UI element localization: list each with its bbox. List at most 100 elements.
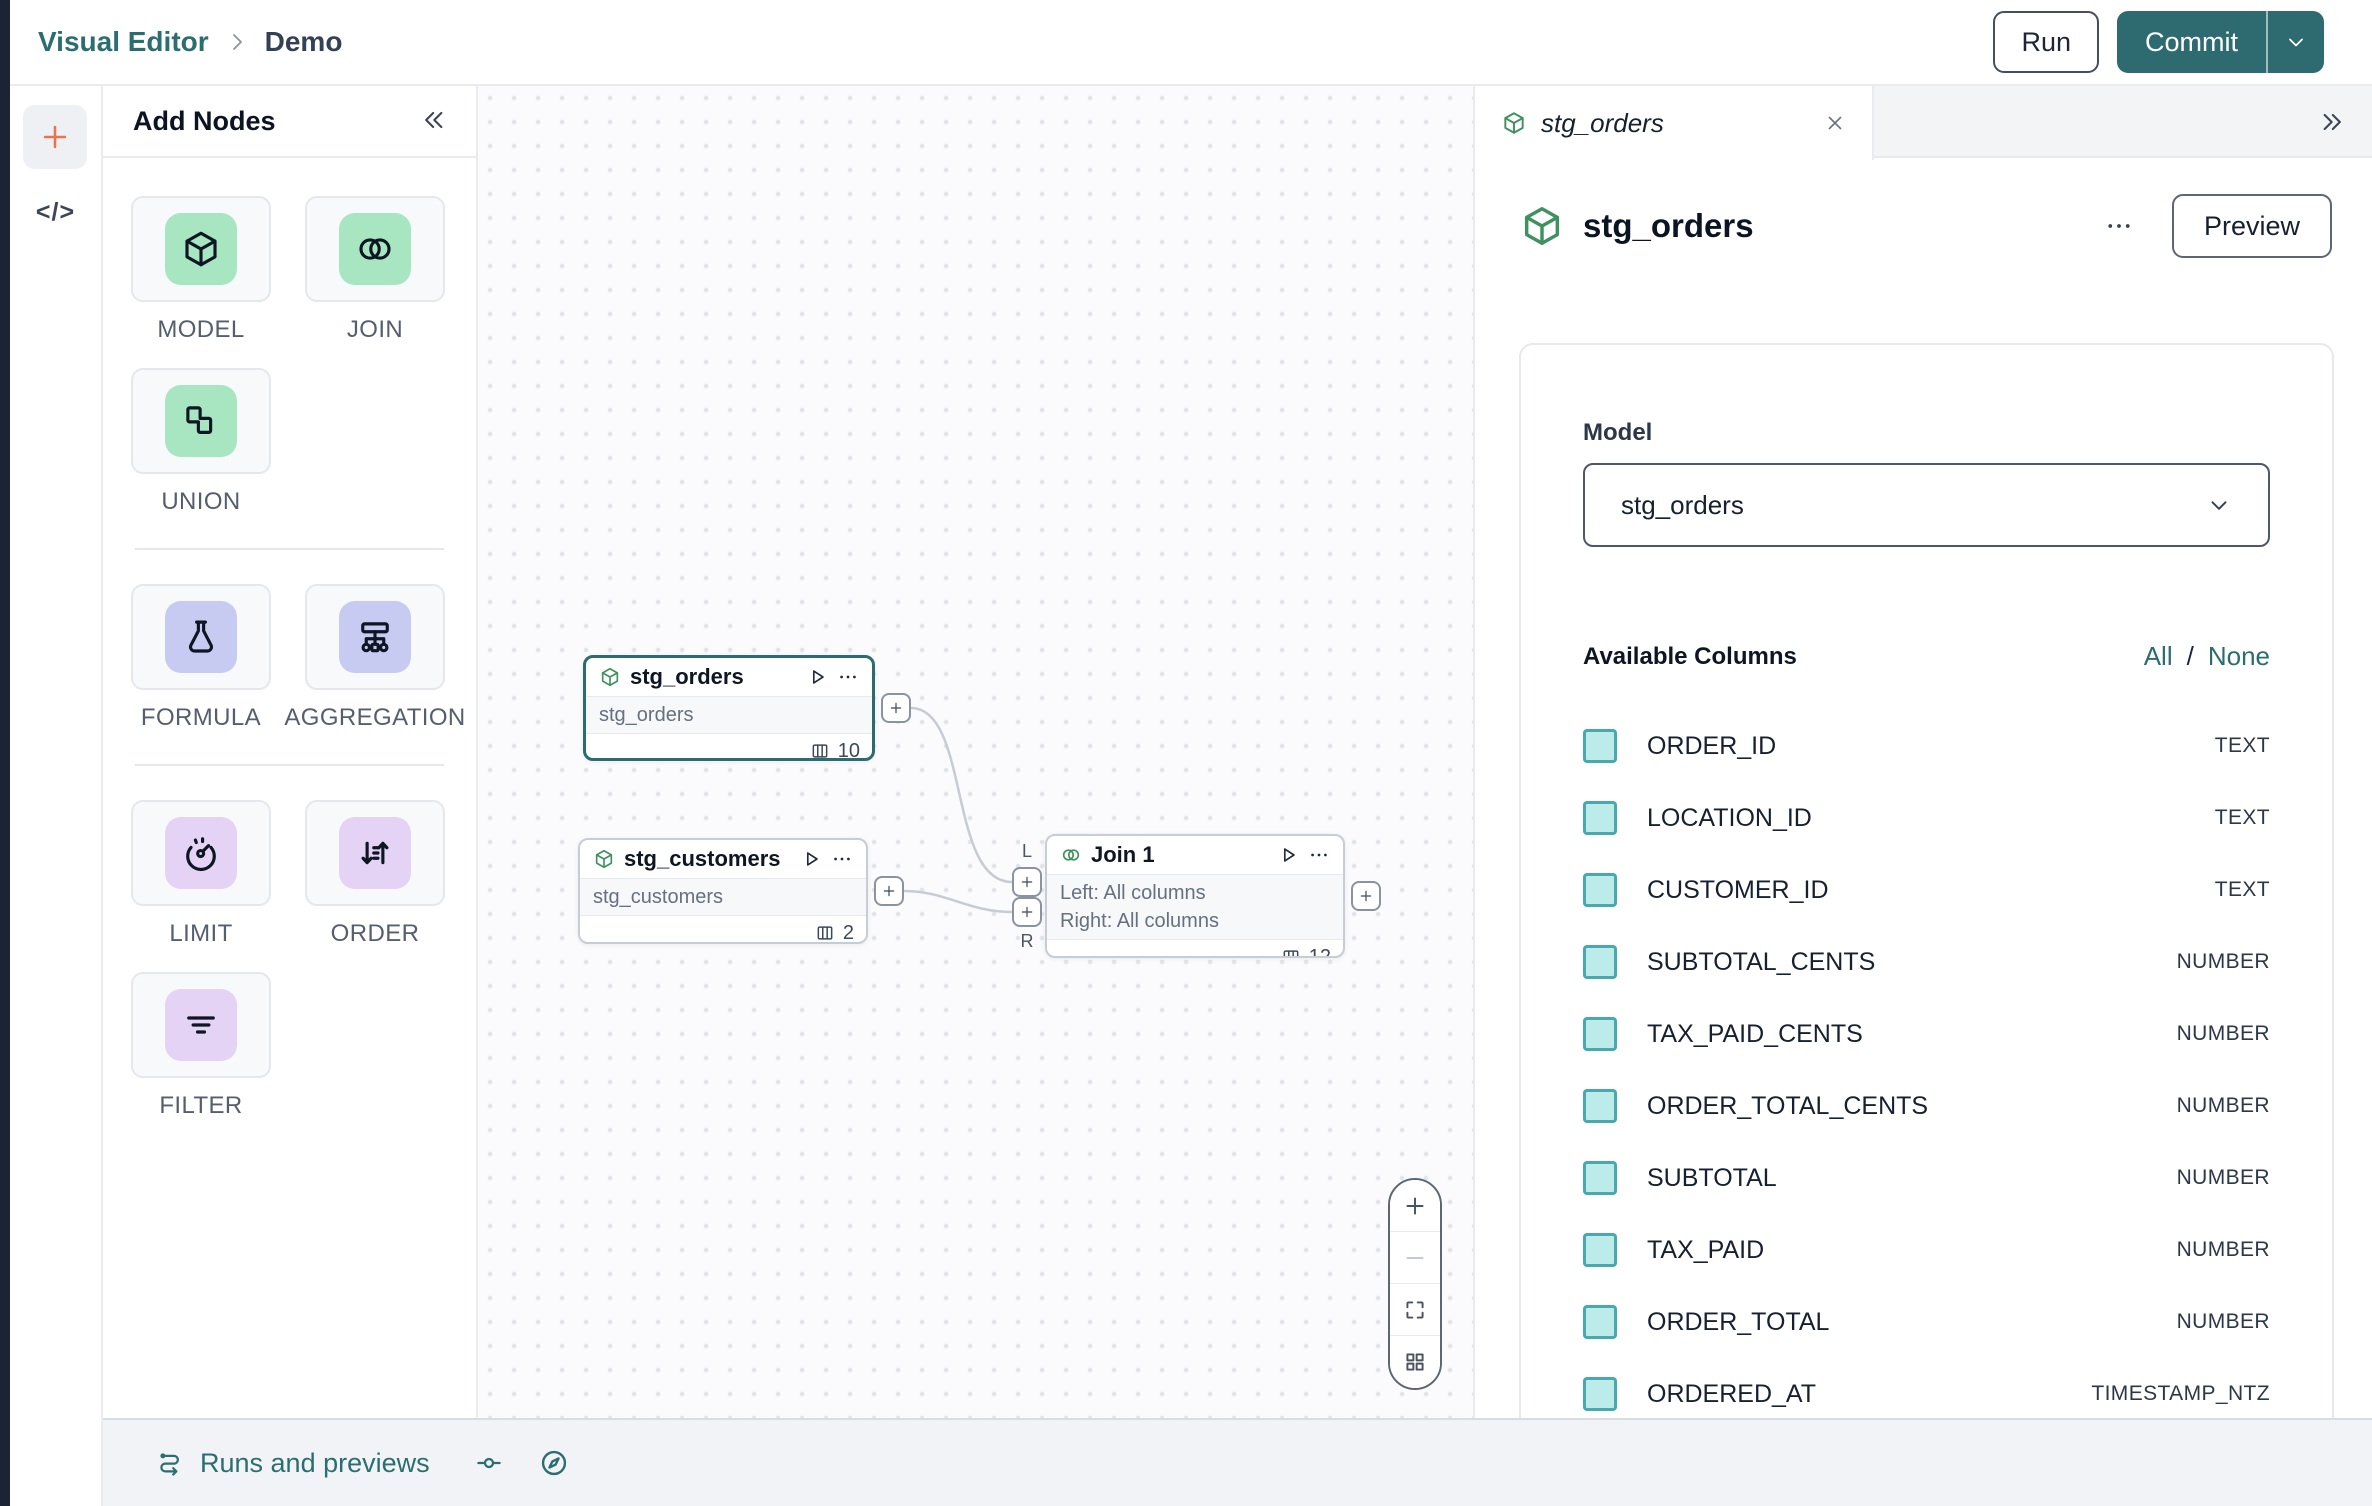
ellipsis-icon <box>831 848 853 870</box>
column-checkbox[interactable] <box>1583 1017 1617 1051</box>
node-header: stg_customers <box>580 840 866 878</box>
join-right-input-port[interactable] <box>1012 897 1042 927</box>
column-checkbox[interactable] <box>1583 1233 1617 1267</box>
node-output-port-stg_orders[interactable] <box>881 693 911 723</box>
node-tile-model[interactable]: MODEL <box>131 196 271 344</box>
add-node-tool-button[interactable] <box>23 105 87 169</box>
node-tile-join[interactable]: JOIN <box>305 196 445 344</box>
tab-stg-orders[interactable]: stg_orders <box>1475 86 1874 160</box>
column-checkbox[interactable] <box>1583 873 1617 907</box>
node-menu-button[interactable] <box>837 666 859 688</box>
column-checkbox[interactable] <box>1583 1377 1617 1411</box>
node-tile-order[interactable]: ORDER <box>305 800 445 948</box>
tile-label: AGGREGATION <box>284 704 465 732</box>
cube-icon <box>1519 203 1565 249</box>
node-title: stg_orders <box>630 664 797 690</box>
node-tile-group: LIMIT ORDER FILTER <box>131 800 448 1144</box>
column-checkbox[interactable] <box>1583 1305 1617 1339</box>
tile-card <box>305 800 445 906</box>
add-nodes-header: Add Nodes <box>103 86 476 158</box>
left-edge-strip <box>0 0 10 1506</box>
play-icon <box>806 666 828 688</box>
flask-icon <box>165 601 237 673</box>
node-tile-filter[interactable]: FILTER <box>131 972 271 1120</box>
column-checkbox[interactable] <box>1583 945 1617 979</box>
node-tile-formula[interactable]: FORMULA <box>131 584 271 732</box>
node-menu-button[interactable] <box>1308 844 1330 866</box>
zoom-in-button[interactable] <box>1390 1180 1440 1232</box>
commit-history-button[interactable] <box>474 1448 504 1478</box>
canvas-node-stg_orders[interactable]: stg_ordersstg_orders10 <box>583 655 875 761</box>
select-none-link[interactable]: None <box>2208 641 2270 672</box>
node-output-port-join1[interactable] <box>1351 881 1381 911</box>
node-body: stg_customers <box>580 878 866 916</box>
column-checkbox[interactable] <box>1583 801 1617 835</box>
node-menu-button[interactable] <box>831 848 853 870</box>
column-row: LOCATION_IDTEXT <box>1583 782 2270 854</box>
plus-icon <box>888 700 904 716</box>
fit-view-button[interactable] <box>1390 1284 1440 1336</box>
commit-dropdown-button[interactable] <box>2266 11 2324 73</box>
tile-label: ORDER <box>331 920 420 948</box>
ellipsis-icon <box>2104 211 2134 241</box>
auto-layout-button[interactable] <box>1390 1336 1440 1388</box>
join-left-input-port[interactable] <box>1012 867 1042 897</box>
breadcrumb-root-link[interactable]: Visual Editor <box>38 26 209 58</box>
more-options-button[interactable] <box>2104 211 2134 241</box>
run-button[interactable]: Run <box>1993 11 2099 73</box>
node-run-button[interactable] <box>800 848 822 870</box>
zoom-out-button[interactable] <box>1390 1232 1440 1284</box>
bottom-bar: Runs and previews <box>103 1418 2372 1506</box>
node-output-port-stg_customers[interactable] <box>874 876 904 906</box>
column-row: ORDER_TOTALNUMBER <box>1583 1286 2270 1358</box>
hierarchy-icon <box>339 601 411 673</box>
node-run-button[interactable] <box>1277 844 1299 866</box>
node-tile-group: MODELJOINUNION <box>131 196 448 540</box>
play-icon <box>800 848 822 870</box>
node-run-button[interactable] <box>806 666 828 688</box>
sort-icon <box>339 817 411 889</box>
tile-label: FORMULA <box>141 704 261 732</box>
column-row: ORDER_TOTAL_CENTSNUMBER <box>1583 1070 2270 1142</box>
plus-icon <box>38 120 72 154</box>
explore-button[interactable] <box>538 1447 570 1479</box>
runs-and-previews-button[interactable]: Runs and previews <box>155 1448 430 1479</box>
column-name: SUBTOTAL <box>1647 1164 1777 1193</box>
node-column-count: 10 <box>838 740 860 762</box>
canvas-node-join1[interactable]: Join 1Left: All columnsRight: All column… <box>1045 834 1345 958</box>
preview-button[interactable]: Preview <box>2172 194 2332 258</box>
close-tab-button[interactable] <box>1824 112 1846 134</box>
play-icon <box>1277 844 1299 866</box>
column-checkbox[interactable] <box>1583 1161 1617 1195</box>
node-tile-union[interactable]: UNION <box>131 368 271 516</box>
tile-card <box>131 800 271 906</box>
node-body-line: Right: All columns <box>1060 907 1330 935</box>
runs-and-previews-label: Runs and previews <box>200 1448 430 1479</box>
cube-icon <box>165 213 237 285</box>
node-header: Join 1 <box>1047 836 1343 874</box>
column-row: TAX_PAID_CENTSNUMBER <box>1583 998 2270 1070</box>
model-label: Model <box>1583 419 2270 447</box>
join-circles-icon <box>339 213 411 285</box>
commit-button[interactable]: Commit <box>2117 11 2266 73</box>
node-tile-aggregation[interactable]: AGGREGATION <box>305 584 445 732</box>
code-view-button[interactable]: </> <box>10 198 101 227</box>
runs-icon <box>155 1448 185 1478</box>
columns-header: Available Columns All / None <box>1583 641 2270 672</box>
model-select[interactable]: stg_orders <box>1583 463 2270 547</box>
node-config-card: Model stg_orders Available Columns All /… <box>1519 343 2334 1418</box>
column-checkbox[interactable] <box>1583 1089 1617 1123</box>
expand-panel-button[interactable] <box>2320 108 2348 139</box>
collapse-panel-button[interactable] <box>418 106 446 137</box>
node-tile-group: FORMULA AGGREGATION <box>131 584 448 756</box>
close-icon <box>1824 112 1846 134</box>
column-type: NUMBER <box>2177 1022 2270 1046</box>
node-tile-limit[interactable]: LIMIT <box>131 800 271 948</box>
column-name: ORDERED_AT <box>1647 1380 1816 1409</box>
join-left-port-label: L <box>1012 841 1042 862</box>
select-all-link[interactable]: All <box>2144 641 2173 672</box>
column-checkbox[interactable] <box>1583 729 1617 763</box>
chevrons-left-icon <box>418 106 446 134</box>
canvas-node-stg_customers[interactable]: stg_customersstg_customers2 <box>578 838 868 944</box>
flow-canvas[interactable]: stg_ordersstg_orders10stg_customersstg_c… <box>478 86 1473 1418</box>
